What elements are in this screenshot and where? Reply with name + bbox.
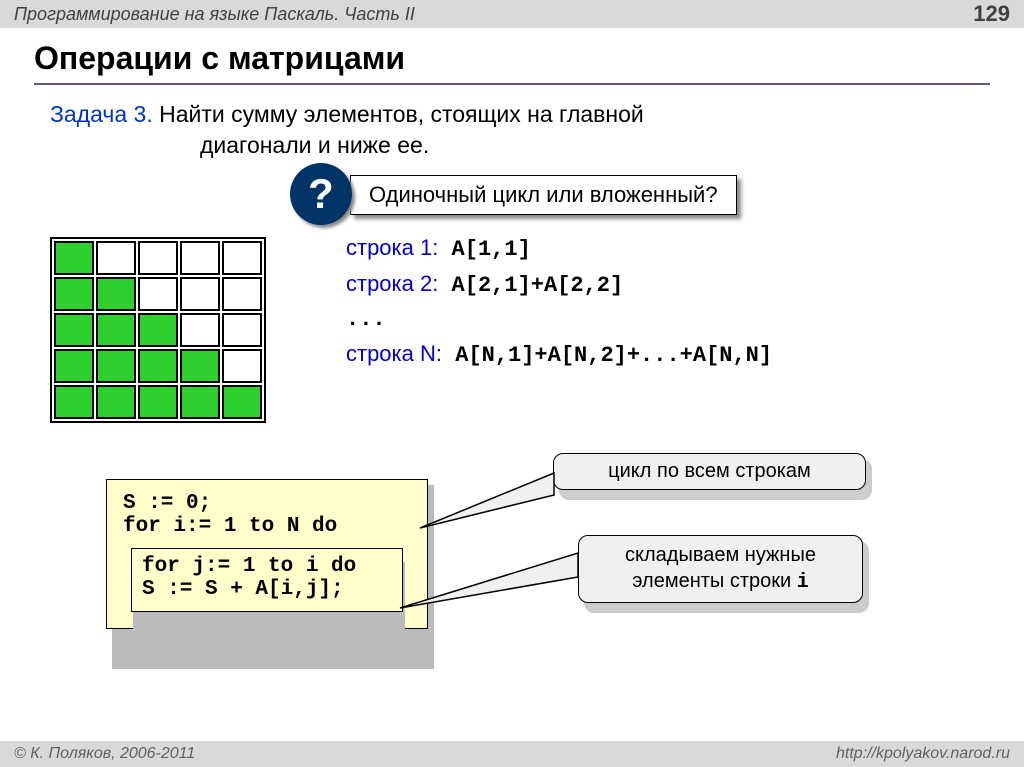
matrix-cell [180,385,220,419]
callout1-pointer [420,473,560,543]
matrix-cell [96,277,136,311]
row2-code: A[2,1]+A[2,2] [438,273,623,298]
footer-copyright: © К. Поляков, 2006-2011 [14,745,195,763]
task-line1: Найти сумму элементов, стоящих на главно… [153,101,644,127]
matrix-cell [180,277,220,311]
callout2-text2: элементы строки [632,570,796,592]
slide-footer: © К. Поляков, 2006-2011 http://kpolyakov… [0,741,1024,767]
matrix-cell [138,241,178,275]
matrix-cell [180,313,220,347]
row-expressions: строка 1: A[1,1] строка 2: A[2,1]+A[2,2]… [266,231,772,423]
matrix-diagram [50,237,266,423]
matrix-cell [54,241,94,275]
task-line2: диагонали и ниже ее. [50,130,984,161]
code-line4: S := S + A[i,j]; [142,578,392,601]
callout-outer-loop: цикл по всем строкам [553,453,866,490]
callout-inner-loop: складываем нужные элементы строки i [578,535,863,603]
matrix-cell [138,385,178,419]
row1-label: строка 1: [346,235,438,260]
code-area: S := 0; for i:= 1 to N do for j:= 1 to i… [0,453,1024,713]
callout2-var: i [797,571,809,594]
page-number: 129 [973,1,1010,27]
content-row: строка 1: A[1,1] строка 2: A[2,1]+A[2,2]… [0,231,1024,423]
slide-header: Программирование на языке Паскаль. Часть… [0,0,1024,28]
matrix-cell [222,277,262,311]
task-text: Задача 3. Найти сумму элементов, стоящих… [0,99,1024,161]
code-block-outer: S := 0; for i:= 1 to N do for j:= 1 to i… [106,479,428,629]
matrix-cell [96,241,136,275]
matrix-cell [96,313,136,347]
row1-code: A[1,1] [438,237,530,262]
question-box: Одиночный цикл или вложенный? [350,175,737,215]
matrix-cell [54,313,94,347]
matrix-cell [138,277,178,311]
matrix-cell [222,385,262,419]
matrix-cell [138,349,178,383]
header-title: Программирование на языке Паскаль. Часть… [14,4,415,25]
code-block-inner: for j:= 1 to i do S := S + A[i,j]; [131,548,403,612]
matrix-cell [96,349,136,383]
task-label: Задача 3. [50,101,153,127]
slide-title: Операции с матрицами [0,28,1024,83]
row2-label: строка 2: [346,271,438,296]
matrix-cell [180,349,220,383]
matrix-cell [222,313,262,347]
row-dots: ... [346,303,772,337]
matrix-cell [222,241,262,275]
rowN-code: A[N,1]+A[N,2]+...+A[N,N] [442,343,772,368]
title-divider [34,83,990,85]
matrix-cell [222,349,262,383]
callout2-text1: складываем нужные [625,544,816,566]
code-line1: S := 0; [123,492,415,515]
matrix-cell [96,385,136,419]
matrix-cell [180,241,220,275]
code-line3: for j:= 1 to i do [142,555,392,578]
matrix-cell [54,385,94,419]
code-line2: for i:= 1 to N do [123,515,415,538]
matrix-cell [138,313,178,347]
rowN-label: строка N: [346,341,442,366]
matrix-cell [54,277,94,311]
question-mark-icon: ? [290,163,352,225]
callout2-pointer [400,553,585,623]
matrix-cell [54,349,94,383]
footer-url: http://kpolyakov.narod.ru [836,745,1010,763]
